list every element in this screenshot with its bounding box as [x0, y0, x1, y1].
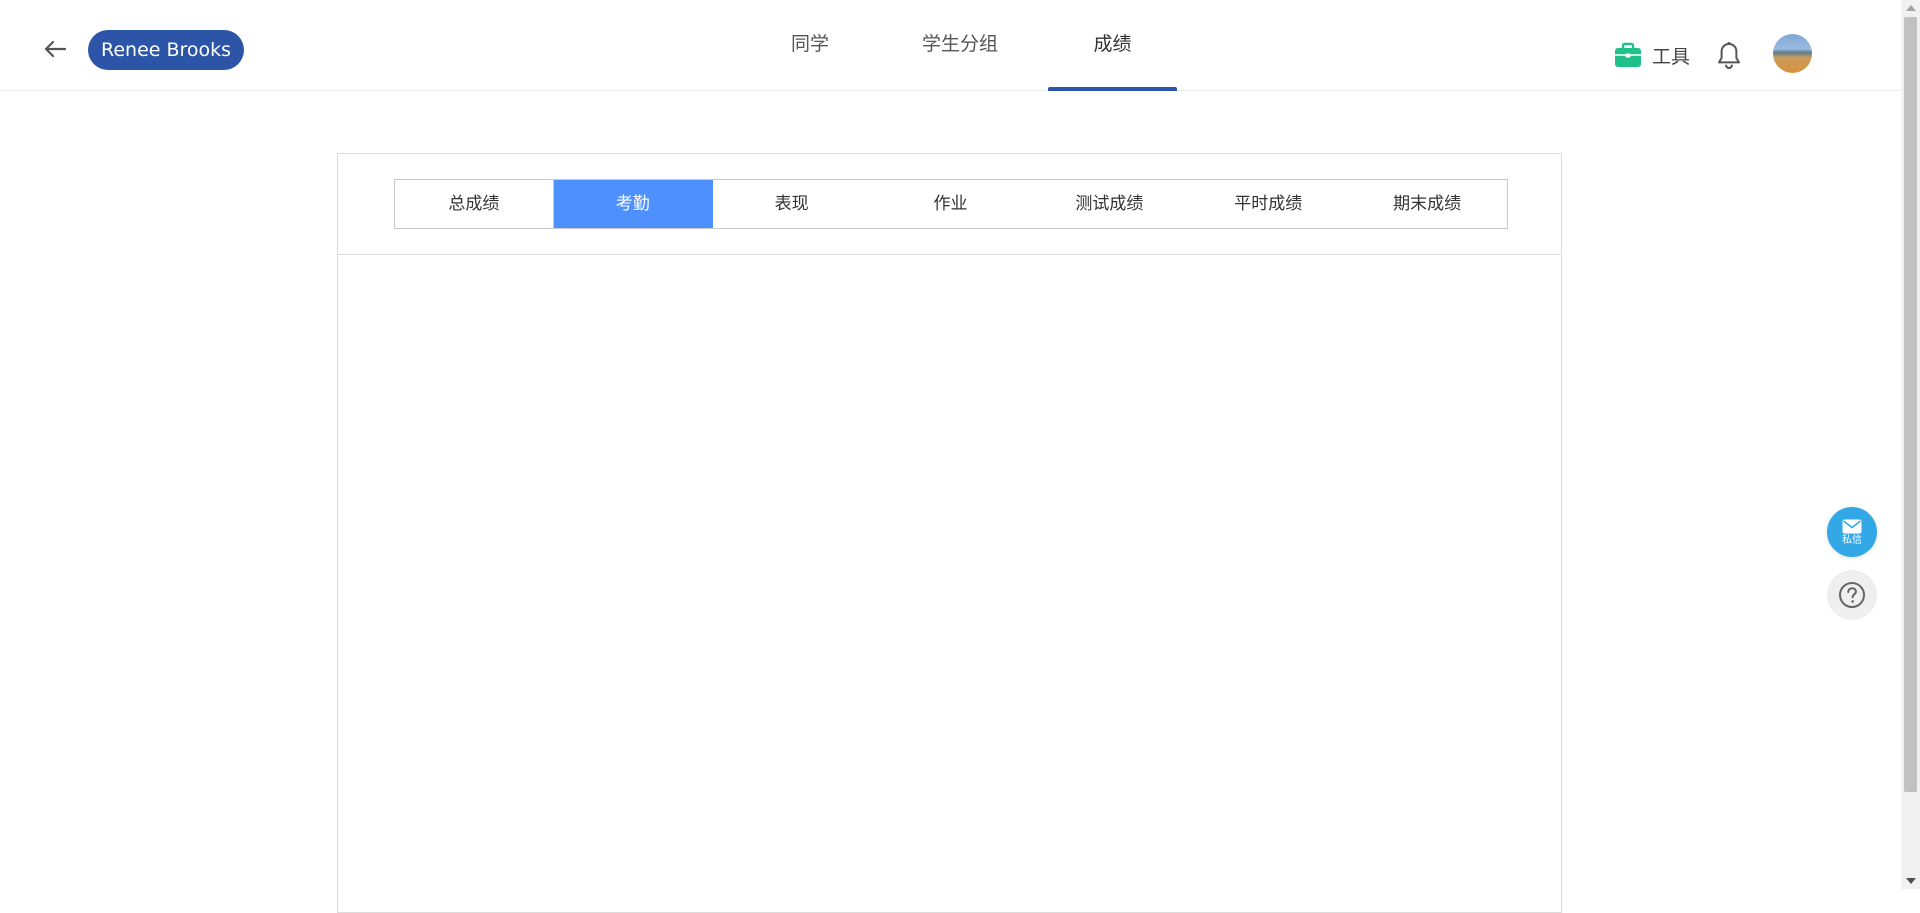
- grades-panel-header: 总成绩 考勤 表现 作业 测试成绩 平时成绩 期末成绩: [338, 154, 1561, 255]
- help-icon: [1839, 582, 1865, 608]
- top-nav-bar: Renee Brooks 同学 学生分组 成绩 工具: [0, 0, 1901, 91]
- private-message-label: 私信: [1842, 534, 1862, 546]
- tools-button[interactable]: 工具: [1614, 40, 1690, 70]
- subtab-attendance[interactable]: 考勤: [553, 180, 713, 228]
- scroll-up-arrow-icon[interactable]: [1906, 5, 1916, 11]
- scroll-down-arrow-icon[interactable]: [1906, 878, 1916, 884]
- private-message-button[interactable]: 私信: [1827, 507, 1877, 557]
- notifications-button[interactable]: [1716, 41, 1742, 71]
- bell-icon: [1718, 42, 1740, 70]
- page-scrollbar[interactable]: [1901, 0, 1920, 889]
- subtab-homework[interactable]: 作业: [872, 180, 1031, 228]
- toolbox-icon: [1615, 42, 1641, 67]
- scrollbar-thumb[interactable]: [1904, 17, 1917, 792]
- subtab-performance[interactable]: 表现: [713, 180, 872, 228]
- subtab-regular-grade[interactable]: 平时成绩: [1189, 180, 1348, 228]
- mail-icon: [1842, 519, 1862, 533]
- tab-classmates[interactable]: 同学: [776, 0, 844, 91]
- tab-student-groups[interactable]: 学生分组: [908, 0, 1012, 91]
- tools-label: 工具: [1652, 45, 1691, 68]
- grades-panel: 总成绩 考勤 表现 作业 测试成绩 平时成绩 期末成绩: [337, 153, 1562, 913]
- tab-grades[interactable]: 成绩: [1048, 0, 1177, 91]
- help-button[interactable]: [1827, 570, 1877, 620]
- subtab-test-scores[interactable]: 测试成绩: [1030, 180, 1189, 228]
- avatar[interactable]: [1773, 34, 1812, 73]
- subtab-final-grade[interactable]: 期末成绩: [1348, 180, 1507, 228]
- grade-subtabs: 总成绩 考勤 表现 作业 测试成绩 平时成绩 期末成绩: [394, 179, 1508, 229]
- subtab-total-grade[interactable]: 总成绩: [395, 180, 554, 228]
